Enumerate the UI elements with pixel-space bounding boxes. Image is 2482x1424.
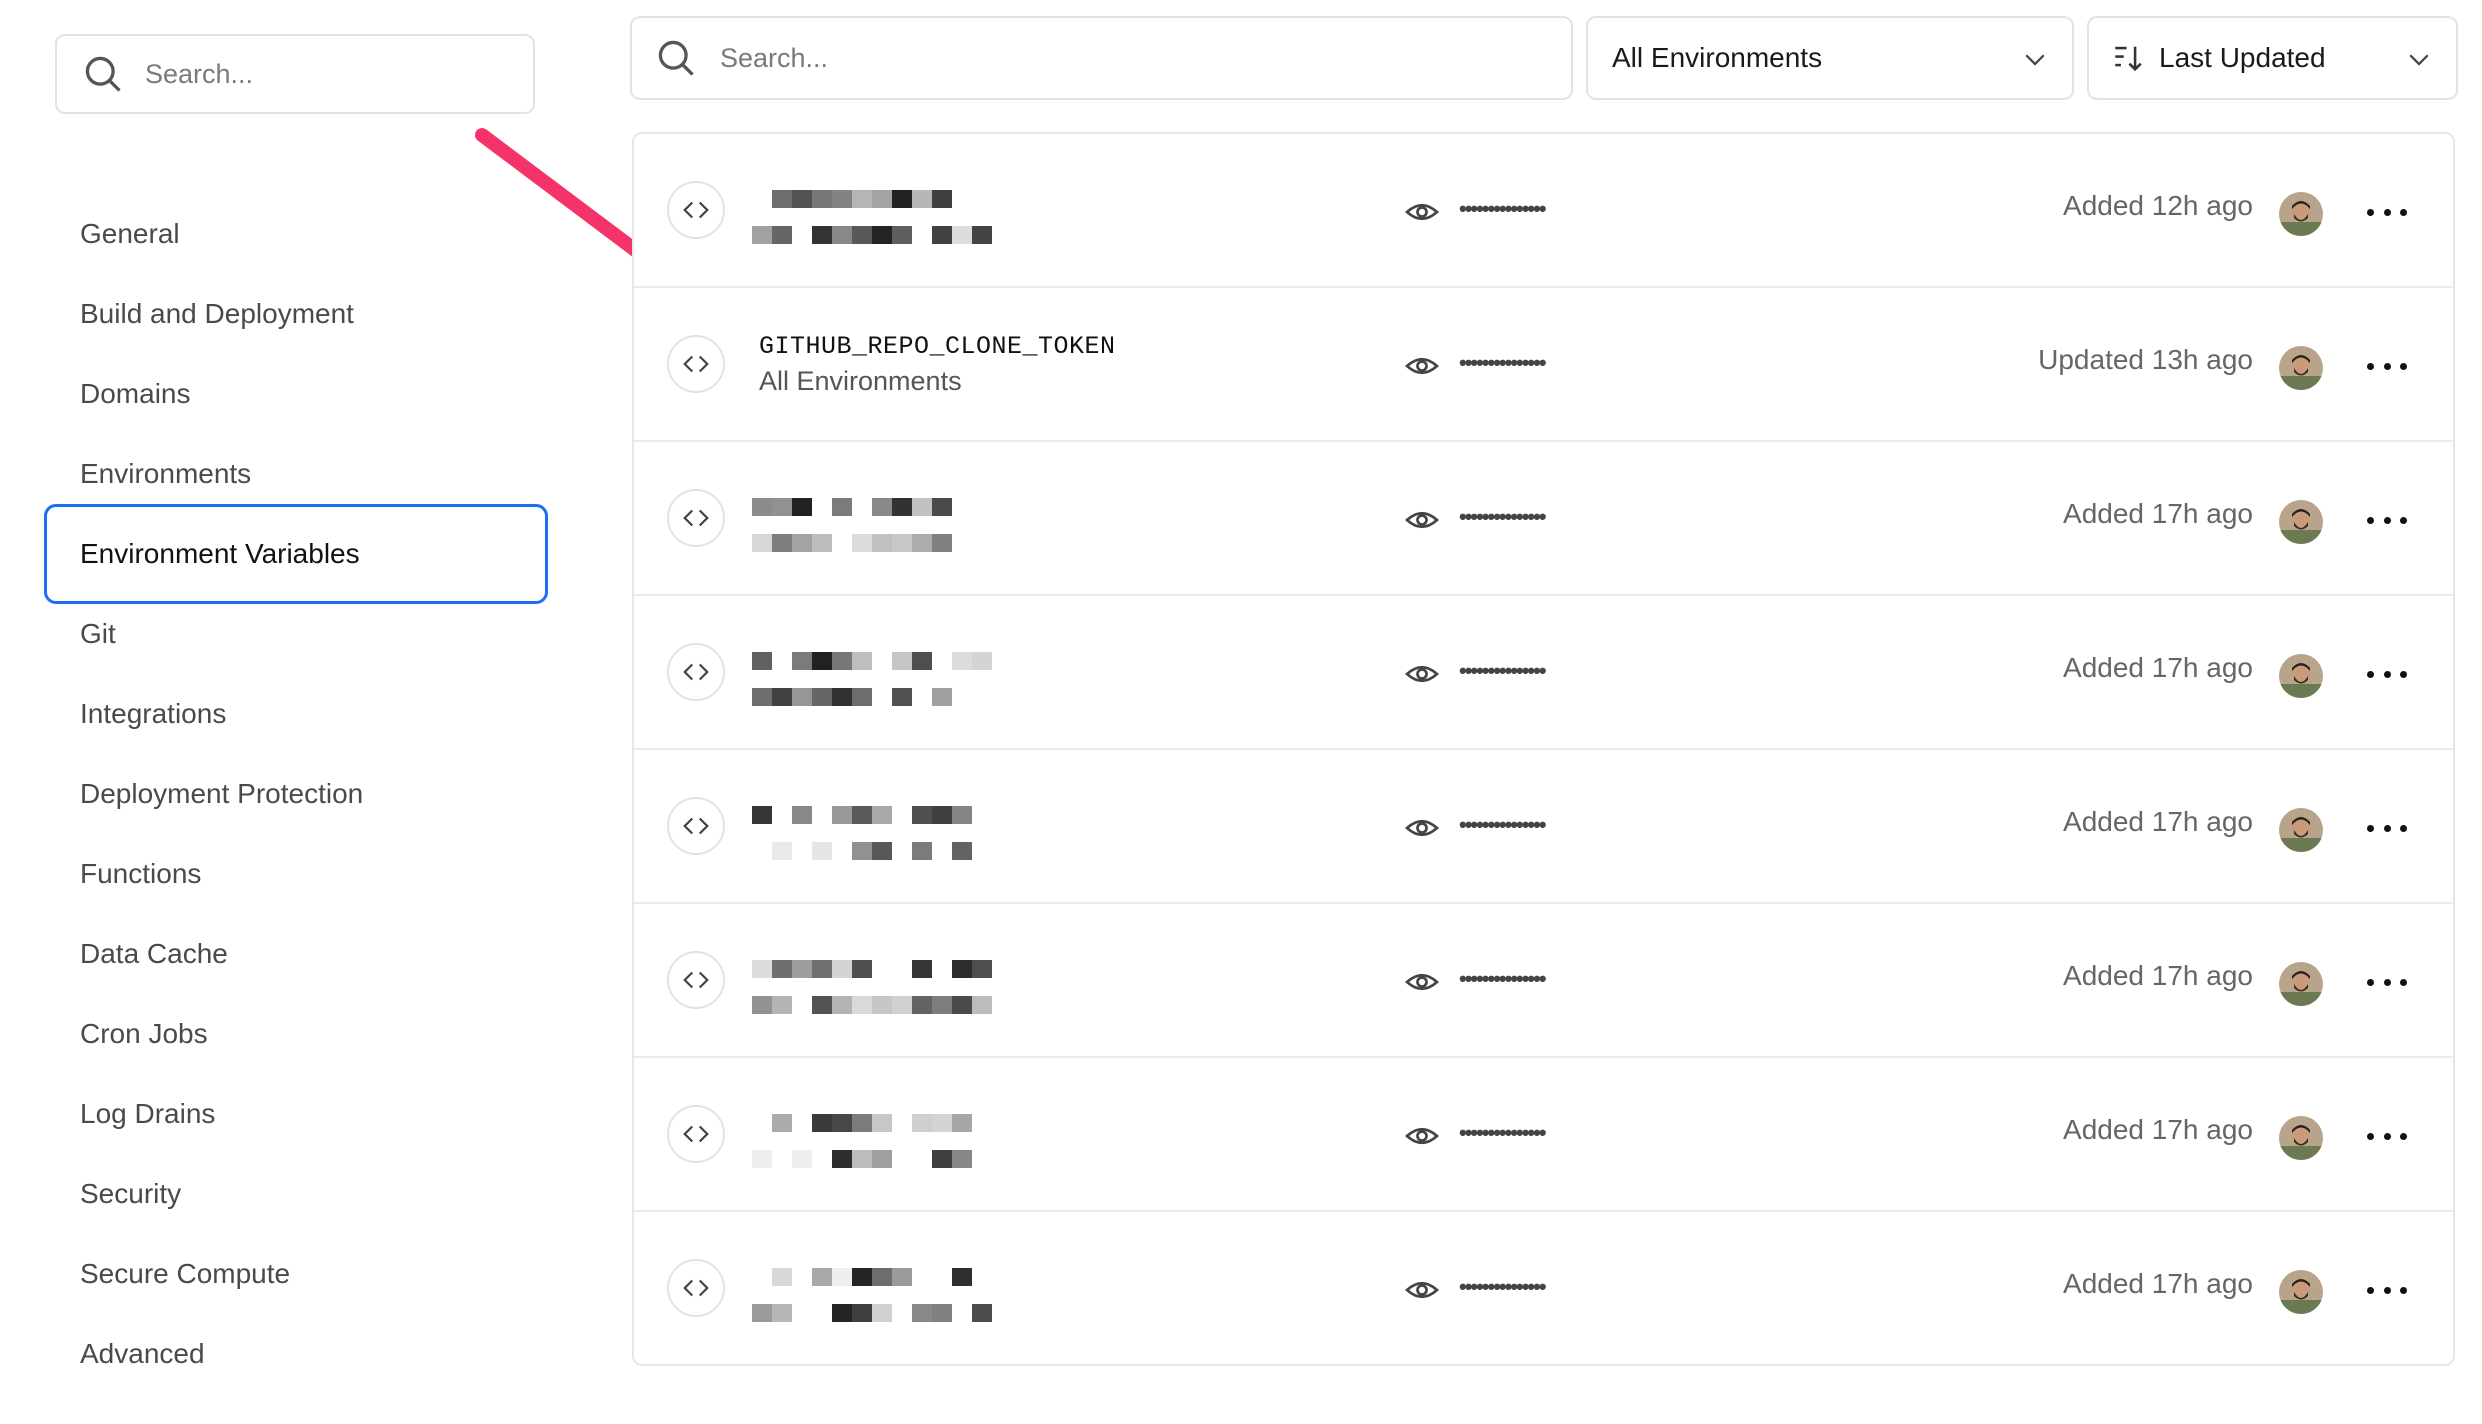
sidebar-item-environment-variables[interactable]: Environment Variables	[44, 504, 548, 604]
eye-icon[interactable]	[1404, 1118, 1440, 1154]
variable-status: Added 17h ago	[2063, 652, 2253, 683]
environment-filter-value: All Environments	[1612, 42, 1823, 73]
avatar	[2279, 1116, 2323, 1160]
masked-value: •••••••••••••••	[1459, 812, 1547, 837]
redacted-variable-name	[752, 190, 992, 244]
masked-value: •••••••••••••••	[1459, 196, 1547, 221]
code-icon	[667, 1105, 725, 1163]
masked-value: •••••••••••••••	[1459, 658, 1547, 683]
variable-row[interactable]: ••••••••••••••• Added 17h ago	[634, 750, 2453, 904]
code-icon	[667, 335, 725, 393]
more-icon[interactable]	[2367, 1272, 2407, 1308]
avatar	[2279, 962, 2323, 1006]
eye-icon[interactable]	[1404, 810, 1440, 846]
sidebar-item-deployment-protection[interactable]: Deployment Protection	[44, 754, 548, 834]
eye-icon[interactable]	[1404, 1272, 1440, 1308]
chevron-down-icon	[2025, 54, 2045, 66]
redacted-variable-name	[752, 652, 992, 706]
sidebar-item-security[interactable]: Security	[44, 1154, 548, 1234]
sort-select[interactable]: Last Updated	[2087, 16, 2458, 100]
more-icon[interactable]	[2367, 656, 2407, 692]
code-icon	[667, 951, 725, 1009]
sidebar-search-input[interactable]: Search...	[55, 34, 535, 114]
redacted-variable-name	[752, 960, 992, 1014]
avatar	[2279, 192, 2323, 236]
variable-status: Updated 13h ago	[2038, 344, 2253, 375]
variable-row[interactable]: GITHUB_REPO_CLONE_TOKEN All Environments •…	[634, 288, 2453, 442]
variable-row[interactable]: ••••••••••••••• Added 17h ago	[634, 1212, 2453, 1364]
sidebar-item-integrations[interactable]: Integrations	[44, 674, 548, 754]
variable-status: Added 17h ago	[2063, 1268, 2253, 1299]
code-icon	[667, 797, 725, 855]
variables-search-input[interactable]: Search...	[630, 16, 1573, 100]
more-icon[interactable]	[2367, 1118, 2407, 1154]
code-icon	[667, 181, 725, 239]
variable-row[interactable]: ••••••••••••••• Added 17h ago	[634, 596, 2453, 750]
chevron-down-icon	[2409, 54, 2429, 66]
eye-icon[interactable]	[1404, 656, 1440, 692]
variable-status: Added 17h ago	[2063, 806, 2253, 837]
avatar	[2279, 1270, 2323, 1314]
variable-environment: All Environments	[759, 366, 962, 396]
variable-row[interactable]: ••••••••••••••• Added 17h ago	[634, 1058, 2453, 1212]
variable-status: Added 17h ago	[2063, 498, 2253, 529]
masked-value: •••••••••••••••	[1459, 504, 1547, 529]
search-icon	[658, 40, 694, 76]
sidebar-item-advanced[interactable]: Advanced	[44, 1314, 548, 1394]
more-icon[interactable]	[2367, 964, 2407, 1000]
more-icon[interactable]	[2367, 810, 2407, 846]
sidebar-item-cron-jobs[interactable]: Cron Jobs	[44, 994, 548, 1074]
variable-row[interactable]: ••••••••••••••• Added 17h ago	[634, 904, 2453, 1058]
variables-search-placeholder: Search...	[720, 42, 829, 73]
code-icon	[667, 489, 725, 547]
more-icon[interactable]	[2367, 502, 2407, 538]
environment-filter-select[interactable]: All Environments	[1586, 16, 2074, 100]
masked-value: •••••••••••••••	[1459, 966, 1547, 991]
sidebar-item-data-cache[interactable]: Data Cache	[44, 914, 548, 994]
sidebar-search-placeholder: Search...	[145, 58, 254, 89]
eye-icon[interactable]	[1404, 964, 1440, 1000]
variable-row[interactable]: ••••••••••••••• Added 17h ago	[634, 442, 2453, 596]
masked-value: •••••••••••••••	[1459, 1274, 1547, 1299]
redacted-variable-name	[752, 806, 972, 860]
sidebar-item-log-drains[interactable]: Log Drains	[44, 1074, 548, 1154]
sidebar-item-domains[interactable]: Domains	[44, 354, 548, 434]
variable-status: Added 17h ago	[2063, 1114, 2253, 1145]
masked-value: •••••••••••••••	[1459, 350, 1547, 375]
avatar	[2279, 808, 2323, 852]
avatar	[2279, 654, 2323, 698]
more-icon[interactable]	[2367, 348, 2407, 384]
more-icon[interactable]	[2367, 194, 2407, 230]
variable-name[interactable]: GITHUB_REPO_CLONE_TOKEN	[759, 332, 1116, 361]
code-icon	[667, 643, 725, 701]
variable-status: Added 12h ago	[2063, 190, 2253, 221]
masked-value: •••••••••••••••	[1459, 1120, 1547, 1145]
avatar	[2279, 346, 2323, 390]
eye-icon[interactable]	[1404, 502, 1440, 538]
eye-icon[interactable]	[1404, 348, 1440, 384]
eye-icon[interactable]	[1404, 194, 1440, 230]
redacted-variable-name	[752, 1114, 972, 1168]
sort-value: Last Updated	[2159, 42, 2326, 73]
sidebar-item-secure-compute[interactable]: Secure Compute	[44, 1234, 548, 1314]
environment-variables-list: ••••••••••••••• Added 12h ago GITHUB_REPO_…	[632, 132, 2455, 1366]
search-icon	[85, 56, 121, 92]
variable-status: Added 17h ago	[2063, 960, 2253, 991]
settings-nav: General Build and Deployment Domains Enviro…	[44, 194, 548, 1394]
sidebar-item-environments[interactable]: Environments	[44, 434, 548, 514]
redacted-variable-name	[752, 498, 952, 552]
sidebar-item-functions[interactable]: Functions	[44, 834, 548, 914]
avatar	[2279, 500, 2323, 544]
redacted-variable-name	[752, 1268, 992, 1322]
variable-row[interactable]: ••••••••••••••• Added 12h ago	[634, 134, 2453, 288]
sort-icon	[2115, 46, 2142, 72]
code-icon	[667, 1259, 725, 1317]
sidebar-item-git[interactable]: Git	[44, 594, 548, 674]
